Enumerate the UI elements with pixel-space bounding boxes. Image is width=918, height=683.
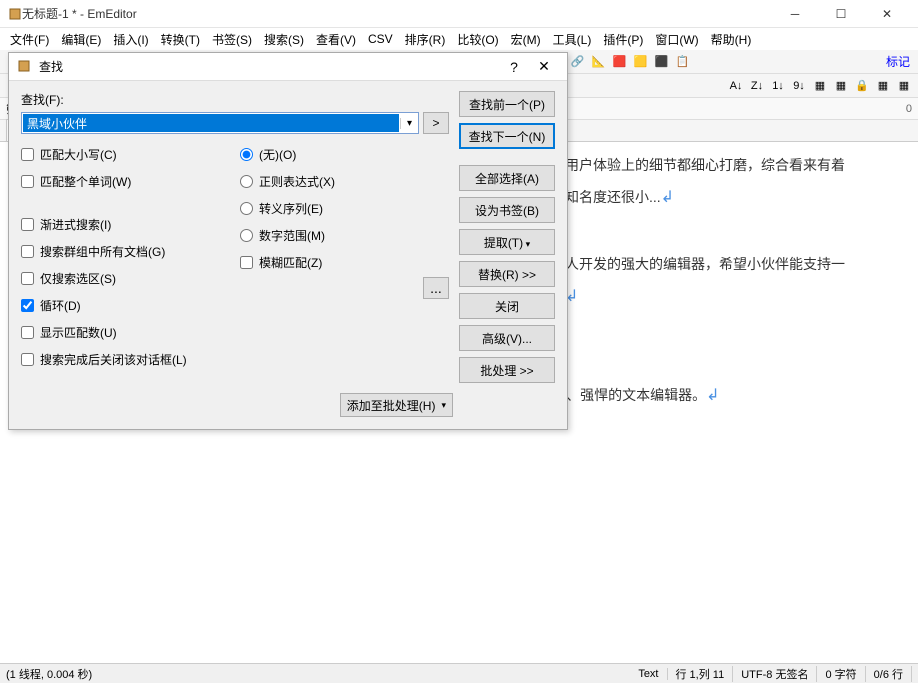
mode-escape-radio[interactable]: 转义序列(E) bbox=[240, 200, 449, 217]
sort-icon[interactable]: 9↓ bbox=[789, 76, 809, 96]
app-icon bbox=[8, 7, 22, 21]
plugin-icon[interactable]: 🟨 bbox=[630, 52, 650, 72]
dropdown-icon[interactable]: ▾ bbox=[400, 118, 418, 129]
menu-csv[interactable]: CSV bbox=[362, 30, 399, 48]
titlebar: 无标题-1 * - EmEditor ─ ☐ ✕ bbox=[0, 0, 918, 28]
tool-icon[interactable]: ▦ bbox=[810, 76, 830, 96]
sort-icon[interactable]: Z↓ bbox=[747, 76, 767, 96]
menu-search[interactable]: 搜索(S) bbox=[258, 29, 310, 50]
menu-tools[interactable]: 工具(L) bbox=[547, 29, 598, 50]
plugin-icon[interactable]: 📋 bbox=[672, 52, 692, 72]
find-input[interactable] bbox=[23, 114, 399, 132]
find-dialog-icon bbox=[17, 59, 33, 75]
maximize-button[interactable]: ☐ bbox=[818, 1, 864, 27]
menu-bookmarks[interactable]: 书签(S) bbox=[206, 29, 258, 50]
find-dialog: 查找 ? ✕ 查找(F): ▾ > 匹配大小写(C) 匹配整个单词(W) 渐进式… bbox=[8, 52, 568, 430]
sort-icon[interactable]: A↓ bbox=[726, 76, 746, 96]
mode-regex-radio[interactable]: 正则表达式(X) bbox=[240, 173, 449, 190]
close-after-check[interactable]: 搜索完成后关闭该对话框(L) bbox=[21, 351, 230, 368]
dialog-close-button[interactable]: ✕ bbox=[529, 58, 559, 75]
find-aux-button[interactable]: > bbox=[423, 112, 449, 134]
incremental-check[interactable]: 渐进式搜索(I) bbox=[21, 216, 230, 233]
status-timing: (1 线程, 0.004 秒) bbox=[6, 666, 92, 682]
all-docs-check[interactable]: 搜索群组中所有文档(G) bbox=[21, 243, 230, 260]
menu-plugins[interactable]: 插件(P) bbox=[597, 29, 649, 50]
status-mode[interactable]: Text bbox=[630, 668, 667, 680]
wrap-check[interactable]: 循环(D) bbox=[21, 297, 230, 314]
match-case-check[interactable]: 匹配大小写(C) bbox=[21, 146, 230, 163]
menu-insert[interactable]: 插入(I) bbox=[107, 29, 154, 50]
statusbar: (1 线程, 0.004 秒) Text 行 1,列 11 UTF-8 无签名 … bbox=[0, 663, 918, 683]
mode-number-radio[interactable]: 数字范围(M) bbox=[240, 227, 449, 244]
find-combo[interactable]: ▾ bbox=[21, 112, 419, 134]
show-count-check[interactable]: 显示匹配数(U) bbox=[21, 324, 230, 341]
find-next-button[interactable]: 查找下一个(N) bbox=[459, 123, 555, 149]
menu-edit[interactable]: 编辑(E) bbox=[55, 29, 107, 50]
menubar: 文件(F) 编辑(E) 插入(I) 转换(T) 书签(S) 搜索(S) 查看(V… bbox=[0, 28, 918, 50]
plugin-icon[interactable]: 🔗 bbox=[567, 52, 587, 72]
plugin-icon[interactable]: ⬛ bbox=[651, 52, 671, 72]
minimize-button[interactable]: ─ bbox=[772, 1, 818, 27]
add-to-batch-combo[interactable]: 添加至批处理(H) bbox=[340, 393, 453, 417]
find-label: 查找(F): bbox=[21, 91, 449, 108]
tool-icon[interactable]: ▦ bbox=[894, 76, 914, 96]
advanced-button[interactable]: 高级(V)... bbox=[459, 325, 555, 351]
status-lines: 0/6 行 bbox=[866, 666, 912, 682]
tool-icon[interactable]: ▦ bbox=[873, 76, 893, 96]
close-dialog-button[interactable]: 关闭 bbox=[459, 293, 555, 319]
close-button[interactable]: ✕ bbox=[864, 1, 910, 27]
menu-help[interactable]: 帮助(H) bbox=[705, 29, 758, 50]
fuzzy-settings-button[interactable]: ... bbox=[423, 277, 449, 299]
sort-icon[interactable]: 1↓ bbox=[768, 76, 788, 96]
fuzzy-check[interactable]: 模糊匹配(Z) bbox=[240, 254, 449, 271]
help-button[interactable]: ? bbox=[499, 59, 529, 75]
window-title: 无标题-1 * - EmEditor bbox=[22, 5, 772, 22]
find-prev-button[interactable]: 查找前一个(P) bbox=[459, 91, 555, 117]
select-all-button[interactable]: 全部选择(A) bbox=[459, 165, 555, 191]
tool-icon[interactable]: 🔒 bbox=[852, 76, 872, 96]
plugin-icon[interactable]: 🟥 bbox=[609, 52, 629, 72]
menu-sort[interactable]: 排序(R) bbox=[399, 29, 452, 50]
marker-label[interactable]: 标记 bbox=[882, 53, 914, 70]
status-position: 行 1,列 11 bbox=[668, 666, 734, 682]
menu-compare[interactable]: 比较(O) bbox=[451, 29, 504, 50]
tool-icon[interactable]: ▦ bbox=[831, 76, 851, 96]
plugin-icon[interactable]: 📐 bbox=[588, 52, 608, 72]
dialog-title: 查找 bbox=[39, 58, 499, 75]
replace-button[interactable]: 替换(R) >> bbox=[459, 261, 555, 287]
bookmark-button[interactable]: 设为书签(B) bbox=[459, 197, 555, 223]
menu-file[interactable]: 文件(F) bbox=[4, 29, 55, 50]
extract-button[interactable]: 提取(T) bbox=[459, 229, 555, 255]
menu-view[interactable]: 查看(V) bbox=[310, 29, 362, 50]
batch-button[interactable]: 批处理 >> bbox=[459, 357, 555, 383]
menu-window[interactable]: 窗口(W) bbox=[649, 29, 704, 50]
selection-only-check[interactable]: 仅搜索选区(S) bbox=[21, 270, 230, 287]
menu-convert[interactable]: 转换(T) bbox=[155, 29, 206, 50]
menu-macro[interactable]: 宏(M) bbox=[505, 29, 547, 50]
status-encoding[interactable]: UTF-8 无签名 bbox=[733, 666, 817, 682]
whole-word-check[interactable]: 匹配整个单词(W) bbox=[21, 173, 230, 190]
dialog-titlebar: 查找 ? ✕ bbox=[9, 53, 567, 81]
status-chars: 0 字符 bbox=[817, 666, 865, 682]
mode-none-radio[interactable]: (无)(O) bbox=[240, 146, 449, 163]
